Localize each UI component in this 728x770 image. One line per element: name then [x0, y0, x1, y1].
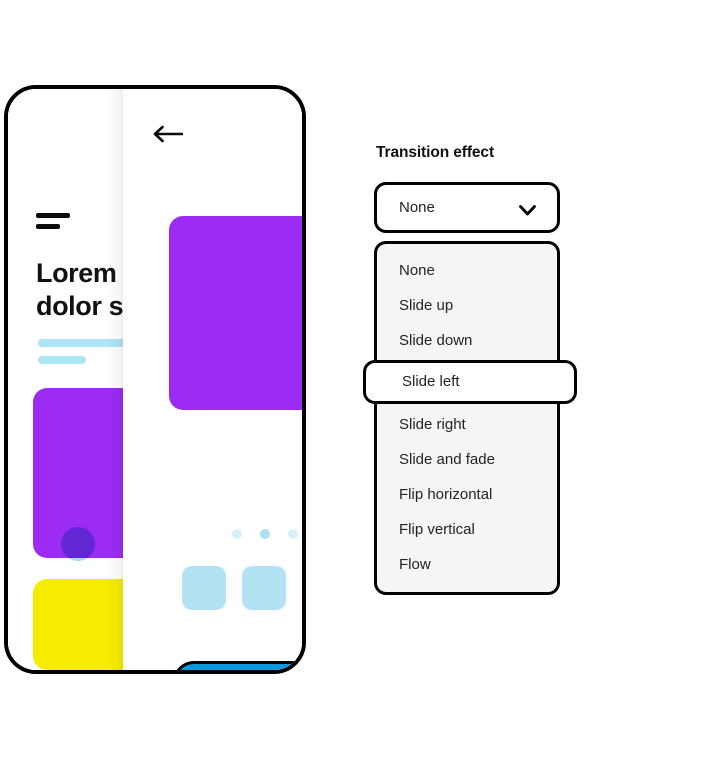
phone-mockup: Lorem dolor s — [4, 85, 306, 674]
pager-dot[interactable] — [232, 529, 242, 539]
cta-button[interactable] — [173, 661, 302, 670]
tile[interactable] — [242, 566, 286, 610]
tile[interactable] — [182, 566, 226, 610]
transition-effect-dropdown[interactable]: None Slide up Slide down Slide left Slid… — [363, 241, 577, 595]
dropdown-option-slide-left[interactable]: Slide left — [363, 360, 577, 404]
dropdown-option-flip-horizontal[interactable]: Flip horizontal — [377, 477, 557, 512]
select-value: None — [399, 199, 435, 216]
purple-card — [169, 216, 302, 410]
transition-effect-select[interactable]: None — [374, 182, 560, 233]
dropdown-option-flow[interactable]: Flow — [377, 547, 557, 582]
pager-dot-active[interactable] — [260, 529, 270, 539]
chevron-down-icon — [519, 203, 536, 216]
phone-screen: Lorem dolor s — [8, 89, 302, 670]
dropdown-option-slide-right[interactable]: Slide right — [377, 407, 557, 442]
incoming-screen — [123, 89, 302, 670]
panel-title: Transition effect — [376, 144, 495, 161]
dropdown-option-slide-up[interactable]: Slide up — [377, 288, 557, 323]
dropdown-option-slide-down[interactable]: Slide down — [377, 323, 557, 358]
dropdown-option-slide-and-fade[interactable]: Slide and fade — [377, 442, 557, 477]
dropdown-option-flip-vertical[interactable]: Flip vertical — [377, 512, 557, 547]
arrow-left-icon[interactable] — [153, 125, 184, 143]
pager-dot[interactable] — [288, 529, 298, 539]
dropdown-option-none[interactable]: None — [377, 253, 557, 288]
transition-effect-panel: Transition effect None None Slide up Sli… — [363, 144, 584, 595]
